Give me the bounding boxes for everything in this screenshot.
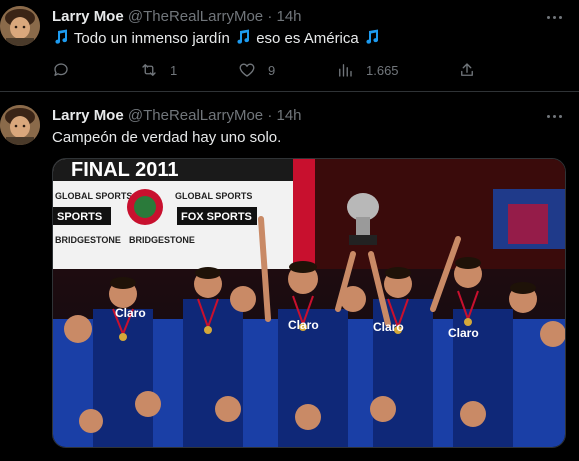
like-count: 9 <box>268 62 276 78</box>
like-button[interactable]: 9 <box>238 60 275 80</box>
tweet-header: Larry Moe @TheRealLarryMoe · 14h <box>52 8 302 26</box>
tweet-photo[interactable]: FINAL 2011 GLOBAL SPORTS GLOBAL SPORTS S… <box>52 158 566 448</box>
tweet-text: Campeón de verdad hay uno solo. <box>52 129 282 146</box>
retweet-icon <box>142 64 156 76</box>
avatar[interactable] <box>0 105 40 145</box>
banner-sponsor: FOX SPORTS <box>181 211 252 223</box>
banner-sponsor: GLOBAL SPORTS <box>175 191 252 201</box>
retweet-button[interactable]: 1 <box>140 60 177 80</box>
tweet-actions: 1 9 1.665 <box>52 60 482 80</box>
jersey-sponsor: Claro <box>115 306 146 320</box>
timestamp[interactable]: 14h <box>277 107 302 124</box>
separator: · <box>267 107 273 124</box>
jersey-sponsor: Claro <box>373 320 404 334</box>
tweet-text-part: eso es América <box>256 30 359 47</box>
tweet[interactable]: Larry Moe @TheRealLarryMoe · 14h Todo un… <box>0 0 579 92</box>
separator: · <box>267 8 273 25</box>
banner-sponsor: GLOBAL SPORTS <box>55 191 132 201</box>
author-handle[interactable]: @TheRealLarryMoe <box>128 107 263 124</box>
share-icon <box>461 63 473 76</box>
avatar[interactable] <box>0 6 40 46</box>
tweet-header: Larry Moe @TheRealLarryMoe · 14h <box>52 107 302 125</box>
banner-sponsor: SPORTS <box>57 211 102 223</box>
tweet-text-part: Todo un inmenso jardín <box>73 30 230 47</box>
jersey-sponsor: Claro <box>448 326 479 340</box>
views-count: 1.665 <box>366 62 399 78</box>
author-name[interactable]: Larry Moe <box>52 8 124 25</box>
reply-icon <box>54 63 68 76</box>
tweet-text: Todo un inmenso jardín eso es América <box>52 28 381 49</box>
reply-button[interactable] <box>52 60 82 80</box>
jersey-sponsor: Claro <box>288 318 319 332</box>
music-note-icon <box>366 29 378 44</box>
author-handle[interactable]: @TheRealLarryMoe <box>128 8 263 25</box>
more-icon[interactable] <box>545 8 563 26</box>
more-icon[interactable] <box>545 107 563 125</box>
banner-title: FINAL 2011 <box>71 159 178 181</box>
banner-sponsor: BRIDGESTONE <box>129 235 195 245</box>
retweet-count: 1 <box>170 62 178 78</box>
like-icon <box>239 63 255 77</box>
author-name[interactable]: Larry Moe <box>52 107 124 124</box>
banner-sponsor: BRIDGESTONE <box>55 235 121 245</box>
views-icon <box>339 64 352 77</box>
timestamp[interactable]: 14h <box>277 8 302 25</box>
views-button[interactable]: 1.665 <box>336 60 399 80</box>
music-note-icon <box>237 29 250 44</box>
music-note-icon <box>55 29 68 44</box>
share-button[interactable] <box>458 60 476 80</box>
tweet[interactable]: Larry Moe @TheRealLarryMoe · 14h Campeón… <box>0 93 579 461</box>
